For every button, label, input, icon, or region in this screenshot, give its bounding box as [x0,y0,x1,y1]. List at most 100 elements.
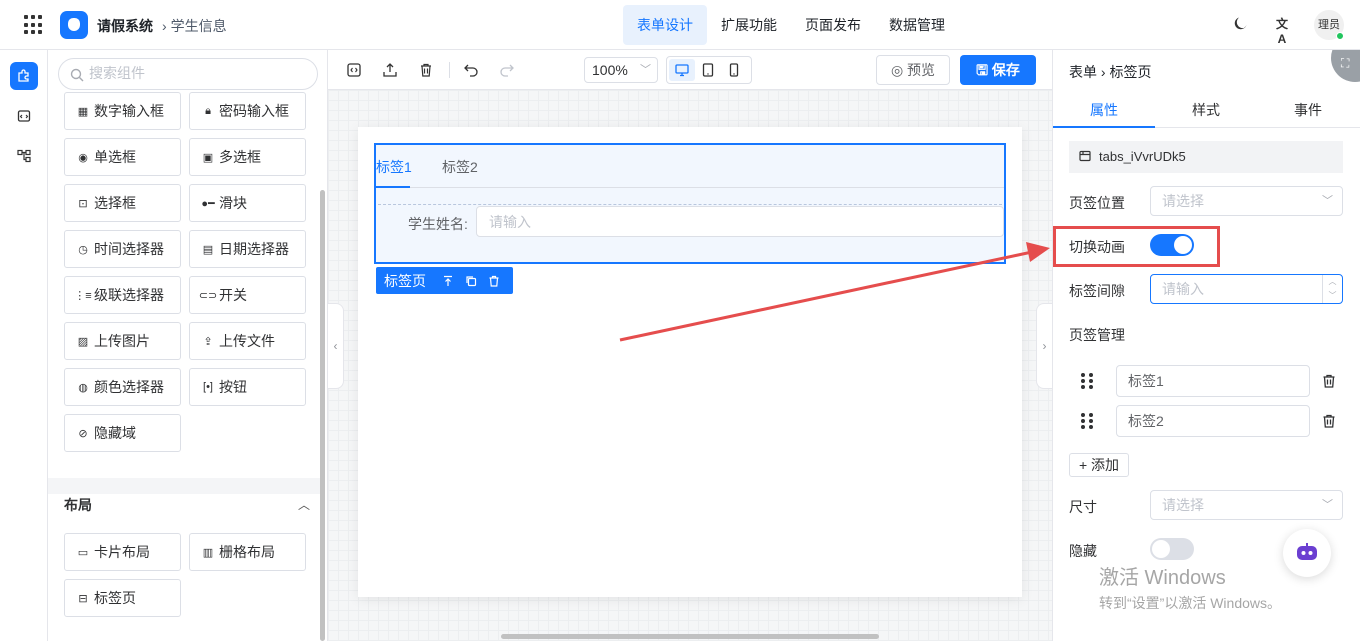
comp-switch[interactable]: ⊂⊃ 开关 [189,276,306,314]
chevron-up-icon[interactable]: ︿ [298,496,310,513]
nav-form-design[interactable]: 表单设计 [623,5,707,45]
delete-icon[interactable] [487,274,500,287]
comp-label: 颜色选择器 [94,379,164,395]
size-select[interactable]: 请选择 ﹀ [1150,490,1343,520]
tab-position-label: 页签位置 [1069,195,1125,211]
tabs-widget-selected[interactable]: 标签1 标签2 学生姓名: [374,143,1006,264]
comp-grid-layout[interactable]: ▥ 栅格布局 [189,533,306,571]
widget-name: 标签页 [384,272,426,289]
tree-icon [17,149,31,163]
preview-button[interactable]: ◎ 预览 [876,55,950,85]
tablet-icon[interactable] [695,59,721,81]
collapse-right-toggle[interactable]: › [1036,303,1052,389]
components-tab[interactable] [10,62,38,90]
gap-input[interactable]: 请输入 ︿ ﹀ [1150,274,1343,304]
move-up-icon[interactable] [441,274,454,287]
online-status-icon [1336,32,1344,40]
zoom-select[interactable]: 100% ﹀ [584,57,658,83]
import-icon[interactable] [381,61,399,79]
comp-label: 多选框 [219,149,261,165]
comp-upload-file[interactable]: ⇪ 上传文件 [189,322,306,360]
add-tab-button[interactable]: + 添加 [1069,453,1129,477]
tab-position-select[interactable]: 请选择 ﹀ [1150,186,1343,216]
chevron-left-icon: ‹ [333,339,338,353]
form-canvas[interactable]: 标签1 标签2 学生姓名: 标签页 [358,127,1022,597]
comp-time-picker[interactable]: ◷ 时间选择器 [64,230,181,268]
comp-label: 滑块 [219,195,247,211]
tab-item-input[interactable] [1116,365,1310,397]
comp-tabs[interactable]: ⊟ 标签页 [64,579,181,617]
panel-scrollbar[interactable] [320,190,325,641]
trash-icon[interactable] [1321,373,1337,389]
comp-select[interactable]: ⊡ 选择框 [64,184,181,222]
app-grid-icon[interactable] [24,15,44,35]
nav-extensions[interactable]: 扩展功能 [707,5,791,45]
tab-style[interactable]: 样式 [1155,100,1257,120]
layout-section-title[interactable]: 布局 [64,495,92,515]
search-icon [70,68,84,82]
tab-properties[interactable]: 属性 [1053,100,1155,120]
trash-icon[interactable] [1321,413,1337,429]
comp-number-input[interactable]: ▦ 数字输入框 [64,92,181,130]
comp-hidden-field[interactable]: ⊘ 隐藏域 [64,414,181,452]
chevron-down-icon: ﹀ [640,64,651,76]
tab-events[interactable]: 事件 [1257,100,1359,120]
tab-item-input[interactable] [1116,405,1310,437]
breadcrumb[interactable]: › 学生信息 [162,16,227,36]
comp-upload-image[interactable]: ▨ 上传图片 [64,322,181,360]
design-canvas: 100% ﹀ ◎ 预览 🖫︎ 保存 ‹ › 标签1 标签2 学生姓名: 标签页 [328,50,1052,641]
avatar[interactable]: 理员 [1314,10,1344,40]
moon-icon[interactable] [1231,15,1251,35]
comp-label: 隐藏域 [94,425,136,441]
code-icon[interactable] [345,61,363,79]
drag-handle-icon[interactable] [1081,373,1093,389]
copy-icon[interactable] [464,274,477,287]
comp-label: 级联选择器 [94,287,164,303]
canvas-hscrollbar[interactable] [501,634,879,639]
code-box-icon [17,110,31,122]
drag-handle-icon[interactable] [1081,413,1093,429]
comp-slider[interactable]: ●━ 滑块 [189,184,306,222]
tab-1[interactable]: 标签1 [376,157,412,177]
nav-data[interactable]: 数据管理 [875,5,959,45]
comp-radio[interactable]: ◉ 单选框 [64,138,181,176]
comp-color-picker[interactable]: ◍ 颜色选择器 [64,368,181,406]
chevron-down-icon: ﹀ [1322,499,1333,511]
comp-checkbox[interactable]: ▣ 多选框 [189,138,306,176]
translate-icon[interactable]: 文A [1272,15,1292,46]
desktop-icon[interactable] [669,59,695,81]
comp-label: 标签页 [94,590,136,606]
comp-password-input[interactable]: 🔒︎ 密码输入框 [189,92,306,130]
search-box[interactable] [58,58,318,90]
comp-date-picker[interactable]: ▤ 日期选择器 [189,230,306,268]
crumb-form[interactable]: 表单 [1069,64,1097,80]
student-name-input[interactable] [476,206,1004,237]
datasource-tab[interactable] [10,102,38,130]
select-placeholder: 请选择 [1162,497,1204,513]
nav-publish[interactable]: 页面发布 [791,5,875,45]
hidden-switch[interactable] [1150,538,1194,560]
canvas-toolbar: 100% ﹀ ◎ 预览 🖫︎ 保存 [328,50,1052,90]
comp-button[interactable]: [•] 按钮 [189,368,306,406]
component-id-value: tabs_iVvrUDk5 [1099,149,1186,164]
chevron-right-icon: › [1100,64,1106,80]
tab-pane: 学生姓名: [378,204,1004,237]
comp-card-layout[interactable]: ▭ 卡片布局 [64,533,181,571]
search-input[interactable] [89,65,299,81]
stepper-icon[interactable]: ︿ ﹀ [1322,275,1342,303]
outline-tab[interactable] [10,142,38,170]
save-button[interactable]: 🖫︎ 保存 [960,55,1036,85]
save-label: 保存 [991,62,1020,78]
undo-icon[interactable] [462,61,480,79]
collapse-left-toggle[interactable]: ‹ [328,303,344,389]
fullscreen-corner[interactable]: ⛶ [1331,50,1360,82]
trash-icon[interactable] [417,61,435,79]
comp-cascader[interactable]: ⋮≡ 级联选择器 [64,276,181,314]
mobile-icon[interactable] [721,59,747,81]
tab-item-row [1069,365,1349,397]
tab-manage-label: 页签管理 [1069,327,1125,343]
tab-2[interactable]: 标签2 [442,157,478,177]
eye-off-icon: ⊘ [78,427,88,440]
assistant-bot-button[interactable] [1283,529,1331,577]
redo-icon[interactable] [498,61,516,79]
